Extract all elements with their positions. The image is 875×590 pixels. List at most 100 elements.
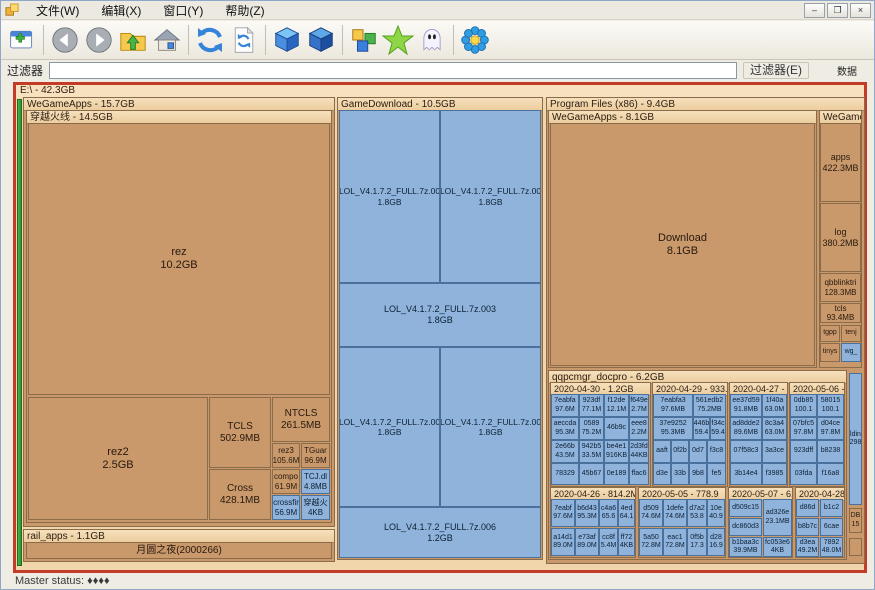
file-7eabfa3[interactable]: 7eabfa3 97.6MB (653, 394, 693, 417)
file-cc8f[interactable]: cc8f 5.4M (599, 528, 618, 556)
cubes-color-icon[interactable] (347, 23, 381, 57)
file-eee8[interactable]: eee8 2.2M (629, 417, 649, 440)
folder-qbblinktria[interactable]: qbblinktri 128.3MB (820, 273, 861, 302)
file-03fda[interactable]: 03fda (790, 463, 817, 485)
file-2d3fd[interactable]: 2d3fd 44KB (629, 440, 649, 463)
menu-edit[interactable]: 编辑(X) (91, 1, 151, 20)
file-10e[interactable]: 10e 40.9 (707, 499, 725, 527)
minimize-button[interactable]: – (804, 3, 825, 18)
file-3b14e4[interactable]: 3b14e4 (730, 463, 762, 485)
file-aeccda[interactable]: aeccda 95.3M (551, 417, 579, 440)
file-923dff[interactable]: 923dff (790, 440, 817, 463)
file-ff72[interactable]: ff72 4KB (618, 528, 635, 556)
file-eac1[interactable]: eac1 72.8M (663, 528, 687, 556)
file-f34c[interactable]: f34c 59.4 (710, 417, 726, 440)
file-0e189[interactable]: 0e189 (604, 463, 629, 485)
folder-tinys[interactable]: tinys (820, 343, 840, 362)
cube-dark-icon[interactable] (304, 23, 338, 57)
folder-ntcls[interactable]: NTCLS 261.5MB (272, 397, 330, 442)
file-78329[interactable]: 78329 (551, 463, 579, 485)
file-45b67[interactable]: 45b67 (579, 463, 604, 485)
file-lol-7z-002[interactable]: LOL_V4.1.7.2_FULL.7z.00 1.8GB (440, 110, 541, 283)
filter-input[interactable] (49, 62, 737, 79)
file-7892[interactable]: 7892 48.0M (820, 537, 843, 557)
file-58015[interactable]: 58015 100.1 (817, 394, 844, 417)
file-lol-7z-006[interactable]: LOL_V4.1.7.2_FULL.7z.006 1.2GB (339, 507, 541, 558)
file-9b8[interactable]: 9b8 (689, 463, 707, 485)
file-5a50[interactable]: 5a50 72.8M (639, 528, 663, 556)
file-4ed[interactable]: 4ed 64.1 (618, 499, 635, 527)
file-b1baa3c[interactable]: b1baa3c 39.9MB (729, 537, 762, 557)
restore-button[interactable]: ❐ (827, 3, 848, 18)
file-b8238[interactable]: b8238 (817, 440, 844, 463)
file-6cae[interactable]: 6cae (820, 518, 843, 536)
file-33b[interactable]: 33b (671, 463, 689, 485)
file-crossfir[interactable]: crossfir 56.9M (272, 495, 300, 520)
file-f16a8[interactable]: f16a8 (817, 463, 844, 485)
file-ad326e[interactable]: ad326e 23.1MB (763, 499, 792, 536)
file-lol-7z-004[interactable]: LOL_V4.1.7.2_FULL.7z.00 1.8GB (339, 347, 440, 507)
file-d04ce[interactable]: d04ce 97.8M (817, 417, 844, 440)
cube-blue-icon[interactable] (270, 23, 304, 57)
file-ffac6[interactable]: ffac6 (629, 463, 649, 485)
file-ad8dde2[interactable]: ad8dde2 89.6MB (730, 417, 762, 440)
file-fe5[interactable]: fe5 (707, 463, 726, 485)
star-icon[interactable] (381, 23, 415, 57)
flower-config-icon[interactable] (458, 23, 492, 57)
folder-rez3[interactable]: rez3 105.6M (272, 443, 300, 468)
file-b1c2[interactable]: b1c2 (820, 499, 843, 517)
folder-tenj[interactable]: tenj (841, 325, 861, 342)
file-ee37d59[interactable]: ee37d59 91.8MB (730, 394, 762, 417)
file-chuanyue-4kb[interactable]: 穿越火 4KB (301, 495, 330, 520)
folder-db15[interactable]: DB 15 (849, 508, 862, 533)
folder-apps[interactable]: apps 422.3MB (820, 123, 861, 202)
file-8c3a4[interactable]: 8c3a4 63.0M (762, 417, 787, 440)
file-f3985[interactable]: f3985 (762, 463, 787, 485)
file-446b[interactable]: 446b 59.4 (693, 417, 710, 440)
folder-download[interactable]: Download 8.1GB (550, 123, 815, 366)
file-f3c8[interactable]: f3c8 (707, 440, 726, 463)
file-lol-7z-001[interactable]: LOL_V4.1.7.2_FULL.7z.00 1.8GB (339, 110, 440, 283)
file-be4e1[interactable]: be4e1 916KB (604, 440, 629, 463)
folder-tcls-wegame[interactable]: tcls 93.4MB (820, 303, 861, 323)
new-view-icon[interactable] (5, 23, 39, 57)
folder-rez2[interactable]: rez2 2.5GB (28, 397, 208, 520)
folder-tguar[interactable]: TGuar 96.9M (301, 443, 330, 468)
file-wg[interactable]: wg_ (841, 343, 861, 362)
file-d509[interactable]: d509 74.6M (639, 499, 663, 527)
file-46b9c[interactable]: 46b9c (604, 417, 629, 440)
close-button[interactable]: × (850, 3, 871, 18)
file-07f58c3[interactable]: 07f58c3 (730, 440, 762, 463)
file-f12de[interactable]: f12de 12.1M (604, 394, 629, 417)
file-lol-7z-005[interactable]: LOL_V4.1.7.2_FULL.7z.00 1.8GB (440, 347, 541, 507)
menu-help[interactable]: 帮助(Z) (215, 1, 274, 20)
file-d3ea[interactable]: d3ea 49.2M (796, 537, 819, 557)
folder-tcls[interactable]: TCLS 502.9MB (209, 397, 271, 468)
file-561edb2[interactable]: 561edb2 75.2MB (693, 394, 726, 417)
folder-up-icon[interactable] (116, 23, 150, 57)
home-icon[interactable] (150, 23, 184, 57)
file-0d7[interactable]: 0d7 (689, 440, 707, 463)
file-d7a2[interactable]: d7a2 53.8 (687, 499, 707, 527)
filter-dropdown-button[interactable]: 过滤器(E) (743, 62, 809, 79)
back-icon[interactable] (48, 23, 82, 57)
file-b8b7c[interactable]: b8b7c (796, 518, 819, 536)
folder-tgpp[interactable]: tgpp (820, 325, 840, 342)
menu-file[interactable]: 文件(W) (26, 1, 89, 20)
file-3a3ce[interactable]: 3a3ce (762, 440, 787, 463)
file-7eabfa[interactable]: 7eabfa 97.6M (551, 394, 579, 417)
folder-yueyuanzhiye[interactable]: 月圆之夜(2000266) (26, 542, 332, 559)
file-07bfc5[interactable]: 07bfc5 97.8M (790, 417, 817, 440)
file-fc053e6[interactable]: fc053e6 4KB (763, 537, 792, 557)
refresh-document-icon[interactable] (227, 23, 261, 57)
file-0f2b[interactable]: 0f2b (671, 440, 689, 463)
file-942b5[interactable]: 942b5 33.5M (579, 440, 604, 463)
file-0589[interactable]: 0589 75.2M (579, 417, 604, 440)
file-d86d[interactable]: d86d (796, 499, 819, 517)
ghost-icon[interactable] (415, 23, 449, 57)
forward-icon[interactable] (82, 23, 116, 57)
menu-window[interactable]: 窗口(Y) (153, 1, 213, 20)
refresh-icon[interactable] (193, 23, 227, 57)
file-tcj-dll[interactable]: TCJ.dl 4.8MB (301, 469, 330, 494)
file-b6d43[interactable]: b6d43 95.3M (575, 499, 599, 527)
